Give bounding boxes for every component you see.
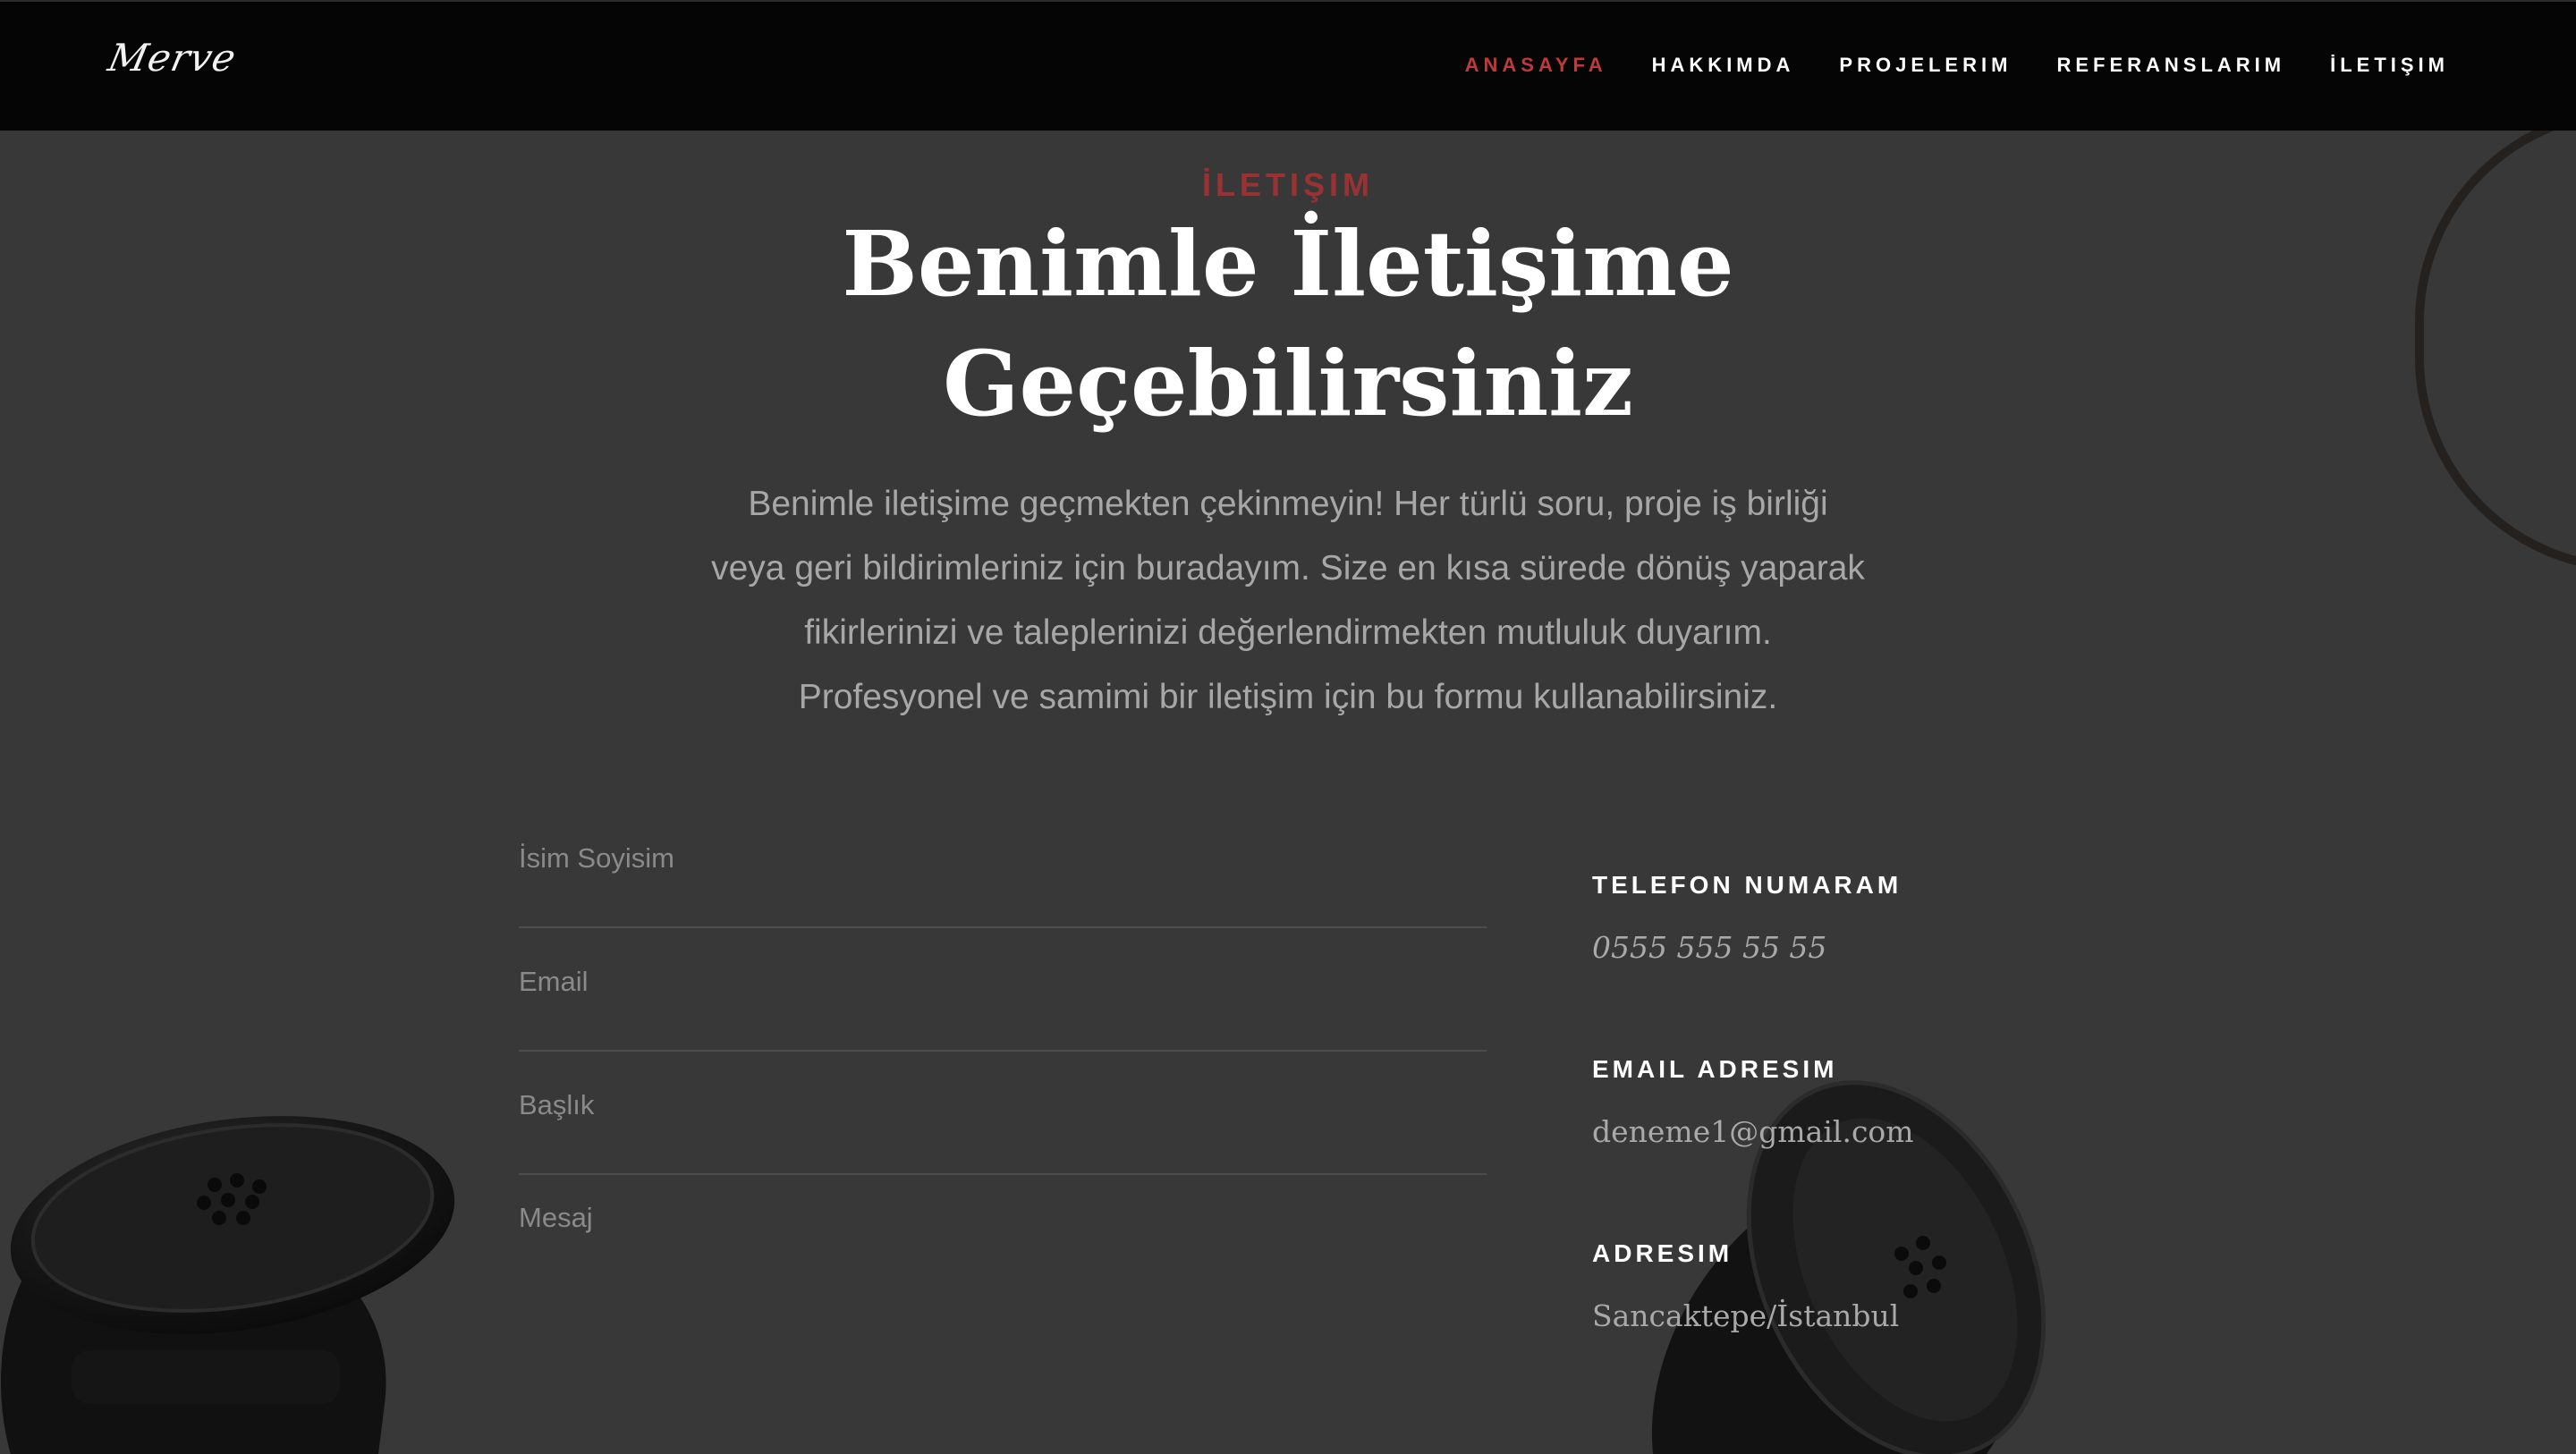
email-label: EMAIL ADRESIM [1592, 1055, 1838, 1083]
intro-line-4: Profesyonel ve samimi bir iletişim için … [798, 678, 1778, 716]
site-header: Merve ANASAYFA HAKKIMDA PROJELERIM REFER… [0, 0, 2576, 131]
nav-item-anasayfa[interactable]: ANASAYFA [1465, 52, 1607, 79]
intro-line-1: Benimle iletişime geçmekten çekinmeyin! … [748, 485, 1828, 523]
email-value: deneme1@gmail.com [1592, 1114, 1914, 1149]
email-input[interactable] [519, 955, 1487, 1009]
intro-line-3: fikirlerinizi ve taleplerinizi değerlend… [804, 613, 1772, 652]
message-textarea[interactable] [519, 1202, 1487, 1381]
subject-input[interactable] [519, 1078, 1487, 1132]
name-input[interactable] [519, 832, 1487, 885]
phone-label: TELEFON NUMARAM [1592, 871, 1902, 899]
phone-block: TELEFON NUMARAM 0555 555 55 55 [1592, 866, 2129, 968]
nav-item-referanslarim[interactable]: REFERANSLARIM [2056, 52, 2285, 79]
address-label: ADRESIM [1592, 1239, 1733, 1267]
nav-item-projelerim[interactable]: PROJELERIM [1839, 52, 2012, 79]
telephone-handset-left-image [1, 1116, 455, 1454]
logo[interactable]: Merve [105, 21, 241, 102]
email-block: EMAIL ADRESIM deneme1@gmail.com [1592, 1050, 2129, 1152]
page-title: Benimle İletişime Geçebilirsiniz [751, 204, 1825, 444]
page-title-line-2: Geçebilirsiniz [943, 331, 1633, 436]
subject-field-wrapper [519, 1052, 1487, 1175]
contact-info: TELEFON NUMARAM 0555 555 55 55 EMAIL ADR… [1592, 866, 2129, 1418]
nav-item-iletisim[interactable]: İLETIŞIM [2330, 52, 2449, 79]
main-nav: ANASAYFA HAKKIMDA PROJELERIM REFERANSLAR… [1420, 52, 2449, 79]
nav-item-hakkimda[interactable]: HAKKIMDA [1652, 52, 1795, 79]
phone-value: 0555 555 55 55 [1592, 930, 1827, 965]
contact-page: Merve ANASAYFA HAKKIMDA PROJELERIM REFER… [0, 0, 2576, 1454]
address-value: Sancaktepe/İstanbul [1592, 1298, 1900, 1333]
contact-form [519, 805, 1487, 1408]
message-field-wrapper [519, 1175, 1487, 1408]
address-block: ADRESIM Sancaktepe/İstanbul [1592, 1234, 2129, 1336]
logo-signature: Merve [104, 36, 241, 80]
section-eyebrow: İLETIŞIM [1202, 166, 1374, 203]
page-title-line-1: Benimle İletişime [842, 211, 1734, 317]
name-field-wrapper [519, 805, 1487, 928]
intro-line-2: veya geri bildirimleriniz için buradayım… [711, 549, 1865, 588]
email-field-wrapper [519, 928, 1487, 1052]
intro-paragraph: Benimle iletişime geçmekten çekinmeyin! … [608, 472, 1968, 730]
